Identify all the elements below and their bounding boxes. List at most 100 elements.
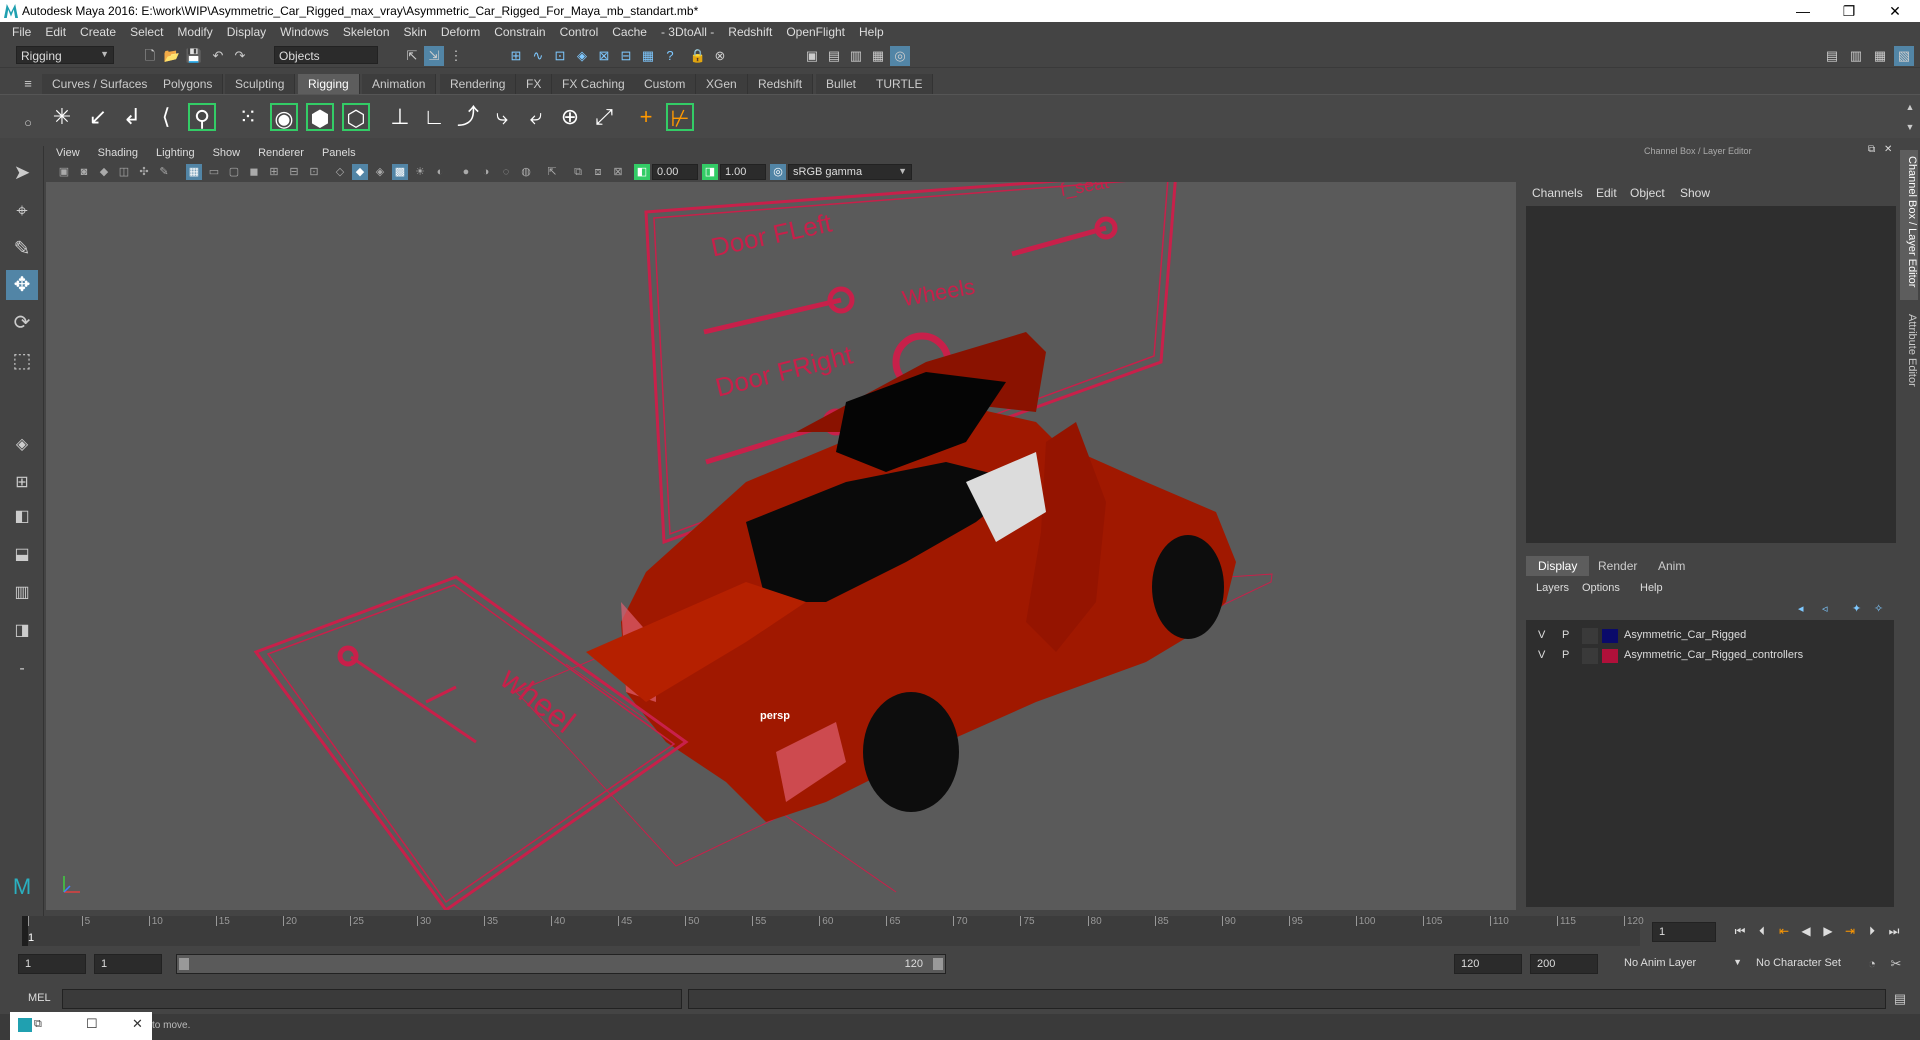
viewport-menu-lighting[interactable]: Lighting (146, 146, 203, 162)
layer-display-type[interactable] (1582, 628, 1598, 644)
viewport-menu-view[interactable]: View (46, 146, 88, 162)
close-button[interactable]: ✕ (1872, 0, 1918, 22)
tab-bullet[interactable]: Bullet (816, 74, 868, 94)
redo-icon[interactable]: ↷ (230, 46, 250, 66)
persp-uv-layout-icon[interactable]: ◨ (6, 616, 38, 646)
menu-edit[interactable]: Edit (39, 22, 74, 42)
close-small-icon[interactable]: ✕ (132, 1016, 143, 1032)
snap-curve-icon[interactable]: ∿ (528, 46, 548, 66)
tab-custom[interactable]: Custom (634, 74, 697, 94)
grease-pencil-icon[interactable]: ✎ (156, 164, 172, 180)
resolution-gate-icon[interactable]: ▢ (226, 164, 242, 180)
shelf-scroll-down-icon[interactable]: ▼ (1900, 117, 1920, 137)
new-layer-icon[interactable]: ✦ (1852, 602, 1861, 615)
custom-layout-icon[interactable]: - (6, 654, 38, 684)
gate-mask-icon[interactable]: ◼ (246, 164, 262, 180)
render-view-icon[interactable]: ▣ (802, 46, 822, 66)
single-perspective-layout-icon[interactable]: ◈ (6, 430, 38, 460)
ik-spline-icon[interactable]: ↲ (118, 103, 146, 131)
channels-menu-channels[interactable]: Channels (1532, 186, 1583, 200)
layers-menu-options[interactable]: Options (1582, 582, 1620, 594)
menu-display[interactable]: Display (221, 22, 274, 42)
tab-sculpting[interactable]: Sculpting (225, 74, 296, 94)
tab-curves-surfaces[interactable]: Curves / Surfaces (42, 74, 159, 94)
film-gate-icon[interactable]: ▭ (206, 164, 222, 180)
play-forwards-icon[interactable]: ▶ (1818, 922, 1838, 940)
pole-vector-icon[interactable]: ⊕ (556, 103, 584, 131)
persp-outliner-layout-icon[interactable]: ◧ (6, 502, 38, 532)
snap-grid-icon[interactable]: ⊞ (506, 46, 526, 66)
anim-layer-selector[interactable]: No Anim Layer ▼ (1618, 954, 1744, 974)
save-scene-icon[interactable]: 💾 (184, 46, 204, 66)
snap-live-icon[interactable]: ⊠ (594, 46, 614, 66)
safe-action-icon[interactable]: ⊟ (286, 164, 302, 180)
animation-start-field[interactable]: 1 (18, 954, 86, 974)
humanik-icon[interactable]: ⚲ (188, 103, 216, 131)
wireframe-icon[interactable]: ◇ (332, 164, 348, 180)
bind-skin-icon[interactable]: ◉ (270, 103, 298, 131)
layer-playback-toggle[interactable]: P (1562, 649, 1569, 661)
layer-row[interactable]: V P Asymmetric_Car_Rigged (1526, 626, 1894, 646)
scale-constraint-icon[interactable]: ⤷ (488, 103, 516, 131)
go-to-end-icon[interactable]: ⏭ (1884, 922, 1904, 940)
layer-visibility-toggle[interactable]: V (1538, 649, 1545, 661)
selection-mask-selector[interactable]: Objects (274, 46, 378, 64)
safe-title-icon[interactable]: ⊡ (306, 164, 322, 180)
tab-display[interactable]: Display (1526, 556, 1590, 576)
2d-pan-zoom-icon[interactable]: ✣ (136, 164, 152, 180)
menu-skin[interactable]: Skin (398, 22, 435, 42)
new-scene-icon[interactable]: 🗋 (140, 46, 160, 66)
parent-constraint-icon[interactable]: ⤶ (522, 103, 550, 131)
restore-button[interactable]: ❐ (1826, 0, 1872, 22)
tab-anim[interactable]: Anim (1646, 556, 1697, 576)
step-back-frame-icon[interactable]: ⏴ (1752, 922, 1772, 940)
range-slider[interactable]: 1 120 (176, 954, 946, 974)
select-component-icon[interactable]: ⋮ (446, 46, 466, 66)
menu-file[interactable]: File (6, 22, 39, 42)
anti-aliasing-icon[interactable]: ◌ (498, 164, 514, 180)
persp-hypershade-layout-icon[interactable]: ▥ (6, 578, 38, 608)
lasso-tool-icon[interactable]: ⌖ (6, 196, 38, 226)
tab-polygons[interactable]: Polygons (153, 74, 224, 94)
xray-components-icon[interactable]: ⊠ (610, 164, 626, 180)
aim-constraint-icon[interactable]: ∟ (420, 103, 448, 131)
menu-openflight[interactable]: OpenFlight (780, 22, 853, 42)
hypershade-icon[interactable]: ? (660, 46, 680, 66)
mirror-joint-icon[interactable]: ⟨ (152, 103, 180, 131)
shelf-options-icon[interactable]: ○ (18, 113, 38, 133)
menu-cache[interactable]: Cache (606, 22, 655, 42)
channels-menu-edit[interactable]: Edit (1596, 186, 1617, 200)
colorspace-selector[interactable]: sRGB gamma ▼ (788, 164, 912, 180)
cluster-icon[interactable]: ⊬ (666, 103, 694, 131)
viewport-menu-shading[interactable]: Shading (88, 146, 146, 162)
move-tool-icon[interactable]: ✥ (6, 270, 38, 300)
layer-display-type[interactable] (1582, 648, 1598, 664)
menu-deform[interactable]: Deform (435, 22, 488, 42)
step-forward-key-icon[interactable]: ⇥ (1840, 922, 1860, 940)
four-view-layout-icon[interactable]: ⊞ (6, 468, 38, 498)
menu-windows[interactable]: Windows (274, 22, 337, 42)
step-forward-frame-icon[interactable]: ⏵ (1862, 922, 1882, 940)
paint-weights-icon[interactable]: ⬢ (306, 103, 334, 131)
paint-select-tool-icon[interactable]: ✎ (6, 234, 38, 264)
selection-filter-icon[interactable]: ⊗ (710, 46, 730, 66)
move-layer-down-icon[interactable]: ◃ (1822, 602, 1828, 615)
layers-menu-layers[interactable]: Layers (1536, 582, 1569, 594)
playback-start-field[interactable]: 1 (94, 954, 162, 974)
tab-attribute-editor[interactable]: Attribute Editor (1900, 308, 1918, 398)
layer-playback-toggle[interactable]: P (1562, 629, 1569, 641)
time-ruler[interactable]: 1 5 10 15 20 25 30 35 40 45 50 55 60 65 70 75 80 85 90 95 1… (22, 916, 1644, 946)
playback-end-field[interactable]: 120 (1454, 954, 1522, 974)
viewport-menu-show[interactable]: Show (203, 146, 249, 162)
orient-constraint-icon[interactable]: ⤴ (454, 103, 482, 131)
shade-wireframe-icon[interactable]: ◈ (372, 164, 388, 180)
ipr-render-icon[interactable]: ▥ (846, 46, 866, 66)
auto-key-icon[interactable]: ◔ (1862, 954, 1882, 974)
current-frame-field[interactable]: 1 (1652, 922, 1716, 942)
xray-joints-icon[interactable]: ⧈ (590, 164, 606, 180)
camera-attributes-icon[interactable]: ◙ (76, 164, 92, 180)
tab-rendering[interactable]: Rendering (440, 74, 517, 94)
menu-help[interactable]: Help (853, 22, 892, 42)
render-globals-icon[interactable]: ▦ (868, 46, 888, 66)
motion-blur-icon[interactable]: ◑ (478, 164, 494, 180)
